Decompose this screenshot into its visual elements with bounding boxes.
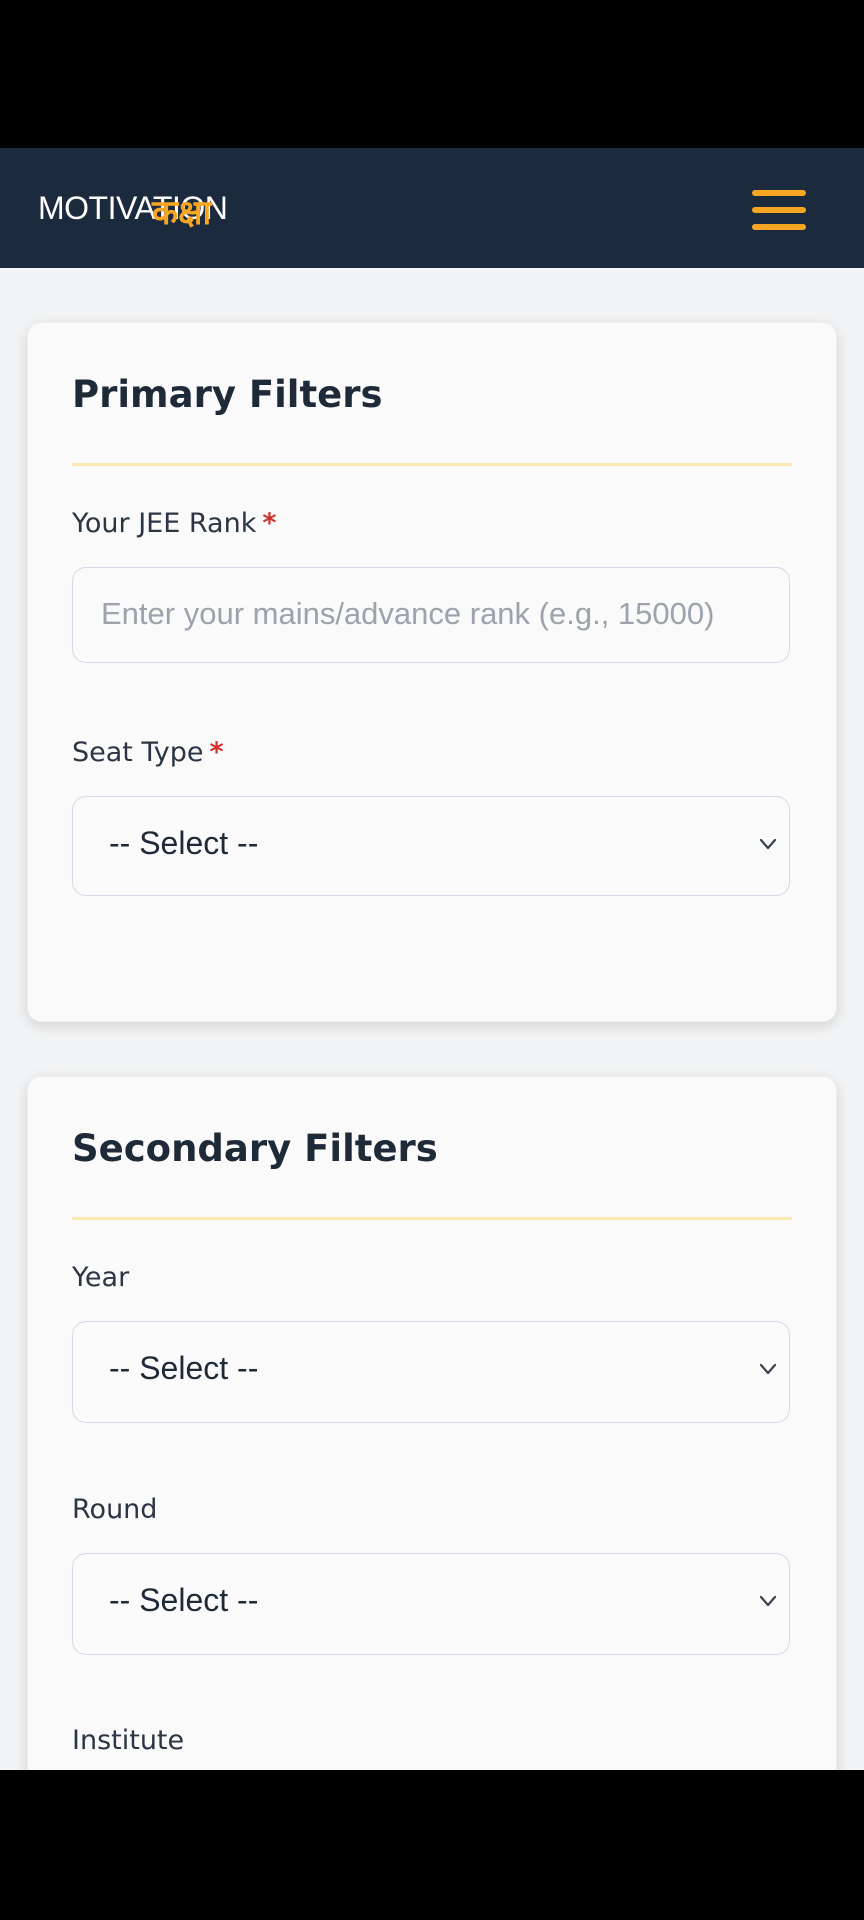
- required-asterisk: *: [209, 737, 224, 768]
- year-value: -- Select --: [109, 1350, 259, 1386]
- year-select[interactable]: -- Select --: [72, 1321, 790, 1423]
- institute-label: Institute: [72, 1725, 185, 1756]
- jee-rank-label: Your JEE Rank *: [72, 508, 276, 539]
- hamburger-menu-icon[interactable]: [748, 186, 808, 234]
- round-select[interactable]: -- Select --: [72, 1553, 790, 1655]
- primary-filters-card: Primary Filters Your JEE Rank * Enter you…: [27, 322, 837, 1022]
- main-content: Primary Filters Your JEE Rank * Enter you…: [0, 268, 864, 1770]
- status-bar-area: [0, 0, 864, 148]
- jee-rank-label-text: Your JEE Rank: [72, 508, 257, 539]
- seat-type-label: Seat Type *: [72, 737, 224, 768]
- jee-rank-placeholder: Enter your mains/advance rank (e.g., 150…: [101, 596, 715, 631]
- secondary-filters-title: Secondary Filters: [72, 1127, 438, 1170]
- primary-filters-title: Primary Filters: [72, 373, 383, 416]
- secondary-filters-card: Secondary Filters Year -- Select -- Roun…: [27, 1076, 837, 1770]
- seat-type-select[interactable]: -- Select --: [72, 796, 790, 896]
- year-label: Year: [72, 1262, 130, 1293]
- chevron-down-icon: [759, 838, 777, 850]
- required-asterisk: *: [262, 508, 277, 539]
- chevron-down-icon: [759, 1595, 777, 1607]
- title-divider: [72, 1217, 792, 1220]
- round-label: Round: [72, 1494, 158, 1525]
- jee-rank-input[interactable]: Enter your mains/advance rank (e.g., 150…: [72, 567, 790, 663]
- title-divider: [72, 463, 792, 466]
- navigation-bar-area: [0, 1770, 864, 1920]
- seat-type-label-text: Seat Type: [72, 737, 204, 768]
- logo-text-sub: कक्षा: [152, 193, 212, 233]
- seat-type-value: -- Select --: [109, 825, 259, 861]
- round-value: -- Select --: [109, 1582, 259, 1618]
- chevron-down-icon: [759, 1363, 777, 1375]
- app-header: MOTIVATION कक्षा: [0, 148, 864, 268]
